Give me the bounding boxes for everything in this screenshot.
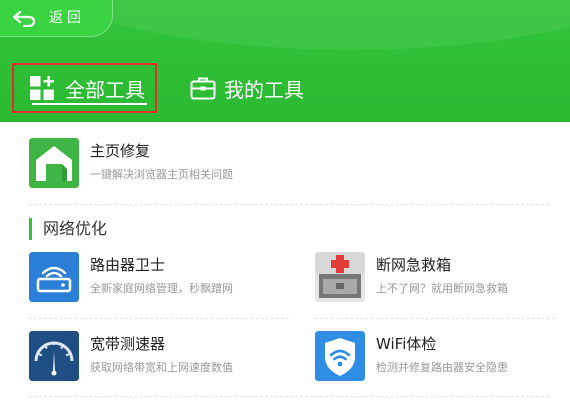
tool-router-guard[interactable]: 路由器卫士 全新家庭网络管理，秒飘蹭网 <box>29 252 289 304</box>
back-label: 返回 <box>49 10 85 26</box>
active-tab-underline <box>32 103 147 105</box>
tool-title: 宽带测速器 <box>90 335 166 353</box>
tool-description: 上不了网？就用断网急救箱 <box>376 282 508 295</box>
speedometer-icon <box>29 331 79 381</box>
wifi-check-icon <box>315 331 365 381</box>
tool-broadband-speed[interactable]: 宽带测速器 获取网络带宽和上网速度数值 <box>29 331 289 383</box>
back-button[interactable]: 返回 <box>0 0 113 37</box>
tab-all-tools-label: 全部工具 <box>65 77 145 102</box>
tool-description: 获取网络带宽和上网速度数值 <box>90 361 233 374</box>
tab-all-tools[interactable]: 全部工具 <box>12 63 157 113</box>
tool-home-repair[interactable]: 主页修复 一键解决浏览器主页相关问题 <box>29 138 289 190</box>
home-repair-icon <box>29 138 79 188</box>
tool-description: 检测并修复路由器安全隐患 <box>376 361 508 374</box>
header-bar: 返回 全部工具 我的工具 <box>0 0 570 122</box>
router-icon <box>29 252 79 302</box>
tool-network-first-aid[interactable]: 断网急救箱 上不了网？就用断网急救箱 <box>315 252 555 304</box>
first-aid-kit-icon <box>315 252 365 302</box>
tool-title: 主页修复 <box>90 142 151 160</box>
tool-title: WiFi体检 <box>376 335 437 353</box>
row-divider <box>29 396 549 397</box>
tool-title: 断网急救箱 <box>376 256 452 274</box>
tool-description: 全新家庭网络管理，秒飘蹭网 <box>90 282 233 295</box>
tool-wifi-check[interactable]: WiFi体检 检测并修复路由器安全隐患 <box>315 331 555 383</box>
section-divider <box>29 204 549 205</box>
back-arrow-icon <box>12 10 36 27</box>
tab-my-tools-label: 我的工具 <box>224 77 304 102</box>
row-divider <box>315 318 555 319</box>
toolbox-icon <box>190 77 216 100</box>
grid-plus-icon <box>30 76 54 100</box>
row-divider <box>29 318 289 319</box>
section-title-network: 网络优化 <box>29 218 107 240</box>
tool-title: 路由器卫士 <box>90 256 166 274</box>
tab-my-tools[interactable]: 我的工具 <box>190 63 330 113</box>
tool-description: 一键解决浏览器主页相关问题 <box>90 168 233 181</box>
